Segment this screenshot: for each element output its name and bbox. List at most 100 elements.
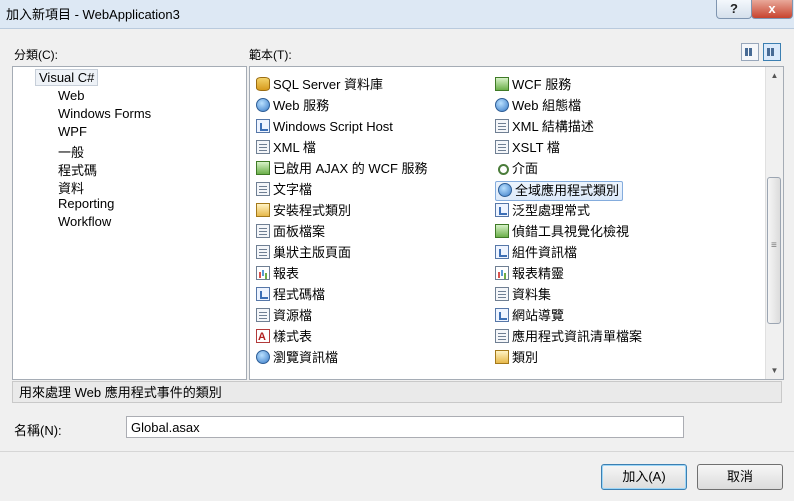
template-item[interactable]: 類別 (495, 349, 538, 367)
template-item[interactable]: 應用程式資訊清單檔案 (495, 328, 642, 346)
category-item[interactable]: 資料 (58, 178, 84, 197)
template-label: 類別 (512, 350, 539, 365)
template-item[interactable]: 偵錯工具視覺化檢視 (495, 223, 629, 241)
template-item[interactable]: 泛型處理常式 (495, 202, 590, 220)
wcf-service-icon (495, 77, 509, 91)
category-item[interactable]: 程式碼 (58, 160, 97, 179)
template-item[interactable]: 網站導覽 (495, 307, 564, 325)
templates-scrollbar[interactable]: ▲ ▼ (765, 67, 783, 379)
title-bar: 加入新項目 - WebApplication3 ? x (0, 0, 794, 29)
template-label: 瀏覽資訊檔 (273, 350, 339, 365)
template-label: 組件資訊檔 (512, 245, 578, 260)
template-label: XML 結構描述 (512, 119, 594, 134)
template-item[interactable]: 報表 (256, 265, 299, 283)
template-label: 安裝程式類別 (273, 203, 352, 218)
text-file-icon (256, 182, 270, 196)
resource-file-icon (256, 308, 270, 322)
template-label: XML 檔 (273, 140, 316, 155)
cancel-button[interactable]: 取消 (697, 464, 783, 490)
list-icon (767, 48, 777, 56)
template-item[interactable]: 組件資訊檔 (495, 244, 577, 262)
categories-label: 分類(C): (14, 48, 58, 62)
template-item[interactable]: XSLT 檔 (495, 139, 560, 157)
xml-file-icon (256, 140, 270, 154)
templates-label: 範本(T): (249, 48, 292, 62)
category-item[interactable]: Workflow (58, 214, 111, 229)
template-item[interactable]: 全域應用程式類別 (495, 181, 624, 201)
help-button[interactable]: ? (716, 0, 752, 19)
skin-file-icon (256, 224, 270, 238)
name-input[interactable] (126, 416, 684, 438)
stylesheet-icon (256, 328, 270, 346)
template-item[interactable]: 樣式表 (256, 328, 312, 346)
small-icons-view-button[interactable] (763, 43, 781, 61)
template-label: 報表 (273, 266, 300, 281)
template-item[interactable]: Windows Script Host (256, 118, 393, 136)
class-icon (495, 350, 509, 364)
window-title: 加入新項目 - WebApplication3 (6, 7, 180, 22)
template-item[interactable]: SQL Server 資料庫 (256, 76, 383, 94)
scroll-thumb[interactable] (767, 177, 781, 324)
template-label: 應用程式資訊清單檔案 (512, 329, 643, 344)
grid-icon (745, 48, 755, 56)
divider (0, 451, 794, 452)
scroll-up-icon[interactable]: ▲ (766, 67, 783, 84)
template-label: 面板檔案 (273, 224, 326, 239)
scroll-down-icon[interactable]: ▼ (766, 362, 783, 379)
template-item[interactable]: 報表精靈 (495, 265, 564, 283)
template-label: 樣式表 (273, 329, 313, 344)
dataset-icon (495, 287, 509, 301)
name-label: 名稱(N): (14, 423, 62, 438)
template-item[interactable]: 資料集 (495, 286, 551, 304)
template-item[interactable]: 巢狀主版頁面 (256, 244, 351, 262)
template-label: 偵錯工具視覺化檢視 (512, 224, 630, 239)
template-label: 巢狀主版頁面 (273, 245, 352, 260)
xslt-file-icon (495, 140, 509, 154)
template-item[interactable]: 介面 (495, 160, 538, 178)
close-button[interactable]: x (751, 0, 793, 19)
installer-class-icon (256, 203, 270, 217)
template-item[interactable]: 面板檔案 (256, 223, 325, 241)
web-config-icon (495, 98, 509, 112)
template-item[interactable]: 資源檔 (256, 307, 312, 325)
add-button[interactable]: 加入(A) (601, 464, 687, 490)
template-label: 全域應用程式類別 (515, 183, 620, 198)
script-icon (256, 119, 270, 133)
medium-icons-view-button[interactable] (741, 43, 759, 61)
template-label: 介面 (512, 161, 539, 176)
category-item[interactable]: Windows Forms (58, 106, 151, 121)
categories-tree[interactable]: Visual C# Web Windows Forms WPF 一般 程式碼 資料 Repor… (12, 66, 247, 380)
template-item[interactable]: 已啟用 AJAX 的 WCF 服務 (256, 160, 428, 178)
category-item[interactable]: 一般 (58, 142, 84, 161)
template-item[interactable]: 瀏覽資訊檔 (256, 349, 338, 367)
template-item[interactable]: Web 服務 (256, 97, 329, 115)
category-item[interactable]: Web (58, 88, 85, 103)
nested-master-page-icon (256, 245, 270, 259)
template-label: 泛型處理常式 (512, 203, 591, 218)
template-label: 文字檔 (273, 182, 313, 197)
templates-list[interactable]: SQL Server 資料庫 Web 服務 Windows Script Host X… (249, 66, 784, 380)
sitemap-icon (495, 308, 509, 322)
template-item[interactable]: XML 檔 (256, 139, 316, 157)
template-label: WCF 服務 (512, 77, 572, 92)
web-service-icon (256, 98, 270, 112)
template-item[interactable]: XML 結構描述 (495, 118, 594, 136)
template-description: 用來處理 Web 應用程式事件的類別 (12, 381, 782, 403)
template-label: XSLT 檔 (512, 140, 560, 155)
template-item[interactable]: 程式碼檔 (256, 286, 325, 304)
browser-file-icon (256, 350, 270, 364)
category-item[interactable]: Reporting (58, 196, 114, 211)
template-label: Web 組態檔 (512, 98, 582, 113)
template-item[interactable]: 文字檔 (256, 181, 312, 199)
template-item[interactable]: Web 組態檔 (495, 97, 581, 115)
category-item[interactable]: WPF (58, 124, 87, 139)
template-label: 資料集 (512, 287, 552, 302)
xml-schema-icon (495, 119, 509, 133)
template-label: 網站導覽 (512, 308, 565, 323)
template-item[interactable]: 安裝程式類別 (256, 202, 351, 220)
generic-handler-icon (495, 203, 509, 217)
assembly-info-icon (495, 245, 509, 259)
code-file-icon (256, 287, 270, 301)
category-item[interactable]: Visual C# (35, 69, 99, 86)
template-item[interactable]: WCF 服務 (495, 76, 571, 94)
